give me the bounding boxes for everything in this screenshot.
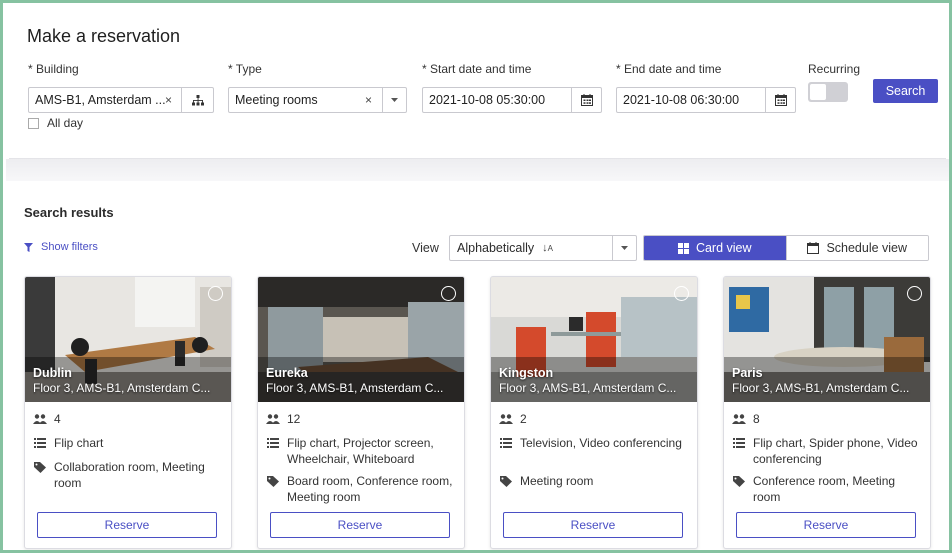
app-frame: Make a reservation * Building AMS-B1, Am… <box>0 0 952 553</box>
room-location: Floor 3, AMS-B1, Amsterdam C... <box>33 381 211 395</box>
room-tags: Meeting room <box>499 473 689 489</box>
room-equipment: Flip chart <box>33 435 223 451</box>
start-calendar-button[interactable] <box>571 88 601 112</box>
sort-dropdown-button[interactable] <box>612 236 636 260</box>
end-calendar-button[interactable] <box>765 88 795 112</box>
type-dropdown-button[interactable] <box>382 88 406 112</box>
reserve-button[interactable]: Reserve <box>37 512 217 538</box>
view-label: View <box>412 241 439 255</box>
recurring-toggle[interactable] <box>808 82 848 102</box>
show-filters-label: Show filters <box>41 241 98 253</box>
room-card-paris[interactable]: Paris Floor 3, AMS-B1, Amsterdam C... 8 … <box>723 276 931 549</box>
start-label: * Start date and time <box>422 62 532 76</box>
all-day-checkbox[interactable]: All day <box>28 116 83 130</box>
room-capacity: 4 <box>33 411 223 427</box>
building-hierarchy-button[interactable] <box>181 88 213 112</box>
end-value: 2021-10-08 06:30:00 <box>623 93 740 107</box>
section-divider <box>6 159 949 181</box>
list-icon <box>732 435 746 451</box>
people-icon <box>732 411 746 427</box>
room-capacity: 2 <box>499 411 689 427</box>
room-tags: Conference room, Meeting room <box>732 473 922 505</box>
tag-icon <box>499 473 513 489</box>
page-title: Make a reservation <box>27 26 181 46</box>
view-mode-toggle: Card view Schedule view <box>643 235 929 261</box>
building-clear-icon[interactable]: × <box>165 93 172 107</box>
checkbox-box[interactable] <box>28 117 39 129</box>
grid-icon <box>677 242 689 254</box>
room-location: Floor 3, AMS-B1, Amsterdam C... <box>499 381 677 395</box>
select-room-radio[interactable] <box>674 286 689 301</box>
start-value: 2021-10-08 05:30:00 <box>429 93 546 107</box>
hierarchy-icon <box>191 94 204 105</box>
room-equipment: Flip chart, Spider phone, Video conferen… <box>732 435 922 467</box>
type-value: Meeting rooms <box>235 93 318 107</box>
all-day-label: All day <box>47 116 84 130</box>
recurring-label: Recurring <box>808 62 861 76</box>
list-icon <box>499 435 513 451</box>
room-card-kingston[interactable]: Kingston Floor 3, AMS-B1, Amsterdam C...… <box>490 276 698 549</box>
building-label: * Building <box>28 62 79 76</box>
type-label: * Type <box>228 62 262 76</box>
card-view-button[interactable]: Card view <box>644 236 786 260</box>
end-label: * End date and time <box>616 62 722 76</box>
room-equipment: Flip chart, Projector screen, Wheelchair… <box>266 435 456 467</box>
calendar-icon <box>580 94 593 106</box>
tag-icon <box>266 473 280 489</box>
people-icon <box>33 411 47 427</box>
room-tags: Collaboration room, Meeting room <box>33 459 223 491</box>
chevron-down-icon <box>391 98 398 102</box>
search-results-title: Search results <box>24 205 114 220</box>
type-clear-icon[interactable]: × <box>365 93 372 107</box>
room-capacity: 12 <box>266 411 456 427</box>
type-select[interactable]: Meeting rooms × <box>228 87 407 113</box>
list-icon <box>266 435 280 451</box>
room-location: Floor 3, AMS-B1, Amsterdam C... <box>732 381 910 395</box>
card-view-label: Card view <box>695 241 752 255</box>
filter-icon <box>24 242 33 252</box>
list-icon <box>33 435 47 451</box>
chevron-down-icon <box>621 246 628 250</box>
room-card-eureka[interactable]: Eureka Floor 3, AMS-B1, Amsterdam C... 1… <box>257 276 465 549</box>
tag-icon <box>33 459 47 475</box>
reserve-button[interactable]: Reserve <box>736 512 916 538</box>
start-datetime-input[interactable]: 2021-10-08 05:30:00 <box>422 87 602 113</box>
schedule-view-button[interactable]: Schedule view <box>785 236 928 260</box>
select-room-radio[interactable] <box>208 286 223 301</box>
schedule-view-label: Schedule view <box>826 241 908 255</box>
select-room-radio[interactable] <box>907 286 922 301</box>
room-name: Dublin <box>33 366 72 380</box>
select-room-radio[interactable] <box>441 286 456 301</box>
people-icon <box>266 411 280 427</box>
room-name: Eureka <box>266 366 308 380</box>
reserve-button[interactable]: Reserve <box>270 512 450 538</box>
calendar-icon <box>807 242 820 254</box>
reserve-button[interactable]: Reserve <box>503 512 683 538</box>
room-capacity: 8 <box>732 411 922 427</box>
room-location: Floor 3, AMS-B1, Amsterdam C... <box>266 381 444 395</box>
room-tags: Board room, Conference room, Meeting roo… <box>266 473 456 505</box>
sort-value: Alphabetically <box>457 241 535 255</box>
show-filters-link[interactable]: Show filters <box>24 241 98 253</box>
room-name: Kingston <box>499 366 554 380</box>
people-icon <box>499 411 513 427</box>
room-equipment: Television, Video conferencing <box>499 435 689 451</box>
room-name: Paris <box>732 366 763 380</box>
toggle-knob <box>810 84 826 100</box>
tag-icon <box>732 473 746 489</box>
end-datetime-input[interactable]: 2021-10-08 06:30:00 <box>616 87 796 113</box>
search-button[interactable]: Search <box>873 79 938 103</box>
building-select[interactable]: AMS-B1, Amsterdam ... × <box>28 87 214 113</box>
building-value: AMS-B1, Amsterdam ... <box>35 93 166 107</box>
reservation-form-panel: Make a reservation * Building AMS-B1, Am… <box>9 9 946 159</box>
sort-az-icon: ↓A <box>542 242 553 254</box>
calendar-icon <box>774 94 787 106</box>
sort-select[interactable]: Alphabetically ↓A <box>449 235 637 261</box>
room-card-dublin[interactable]: Dublin Floor 3, AMS-B1, Amsterdam C... 4… <box>24 276 232 549</box>
